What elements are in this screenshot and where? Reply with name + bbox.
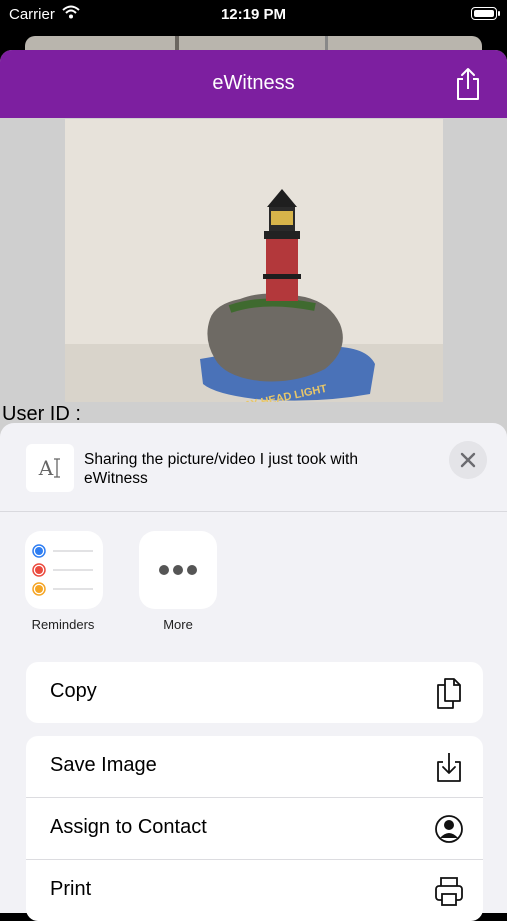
battery-icon [471, 7, 500, 20]
app-header: eWitness [0, 50, 507, 118]
text-preview-thumbnail: A [26, 444, 74, 492]
reminders-app-button[interactable] [25, 531, 103, 609]
reminders-label: Reminders [31, 617, 95, 632]
reminders-icon [32, 544, 93, 596]
copy-group: Copy [26, 662, 483, 723]
text-preview-glyph: A [38, 456, 54, 480]
captured-photo: GAY HEAD LIGHT [65, 119, 443, 402]
more-icon [159, 565, 197, 575]
more-label: More [163, 617, 193, 632]
save-icon [437, 753, 461, 782]
assign-contact-label: Assign to Contact [50, 816, 207, 838]
copy-icon [437, 678, 461, 709]
save-image-action[interactable]: Save Image [26, 736, 483, 798]
copy-action[interactable]: Copy [26, 662, 483, 723]
contact-icon [435, 815, 463, 843]
print-label: Print [50, 878, 92, 900]
share-sheet: A Sharing the picture/video I just took … [0, 423, 507, 921]
text-cursor-icon [54, 458, 61, 478]
save-image-label: Save Image [50, 754, 157, 776]
status-bar: Carrier 12:19 PM [0, 0, 507, 30]
actions-group: Save Image Assign to Contact Print [26, 736, 483, 921]
share-message: Sharing the picture/video I just took wi… [84, 451, 358, 487]
share-icon[interactable] [454, 67, 482, 101]
header-divider [0, 511, 507, 512]
status-time: 12:19 PM [220, 6, 287, 23]
app-title: eWitness [212, 72, 295, 94]
more-apps-button[interactable] [139, 531, 217, 609]
assign-contact-action[interactable]: Assign to Contact [26, 798, 483, 860]
print-action[interactable]: Print [26, 860, 483, 921]
close-button[interactable] [449, 441, 487, 479]
printer-icon [435, 877, 463, 906]
copy-label: Copy [50, 680, 97, 702]
